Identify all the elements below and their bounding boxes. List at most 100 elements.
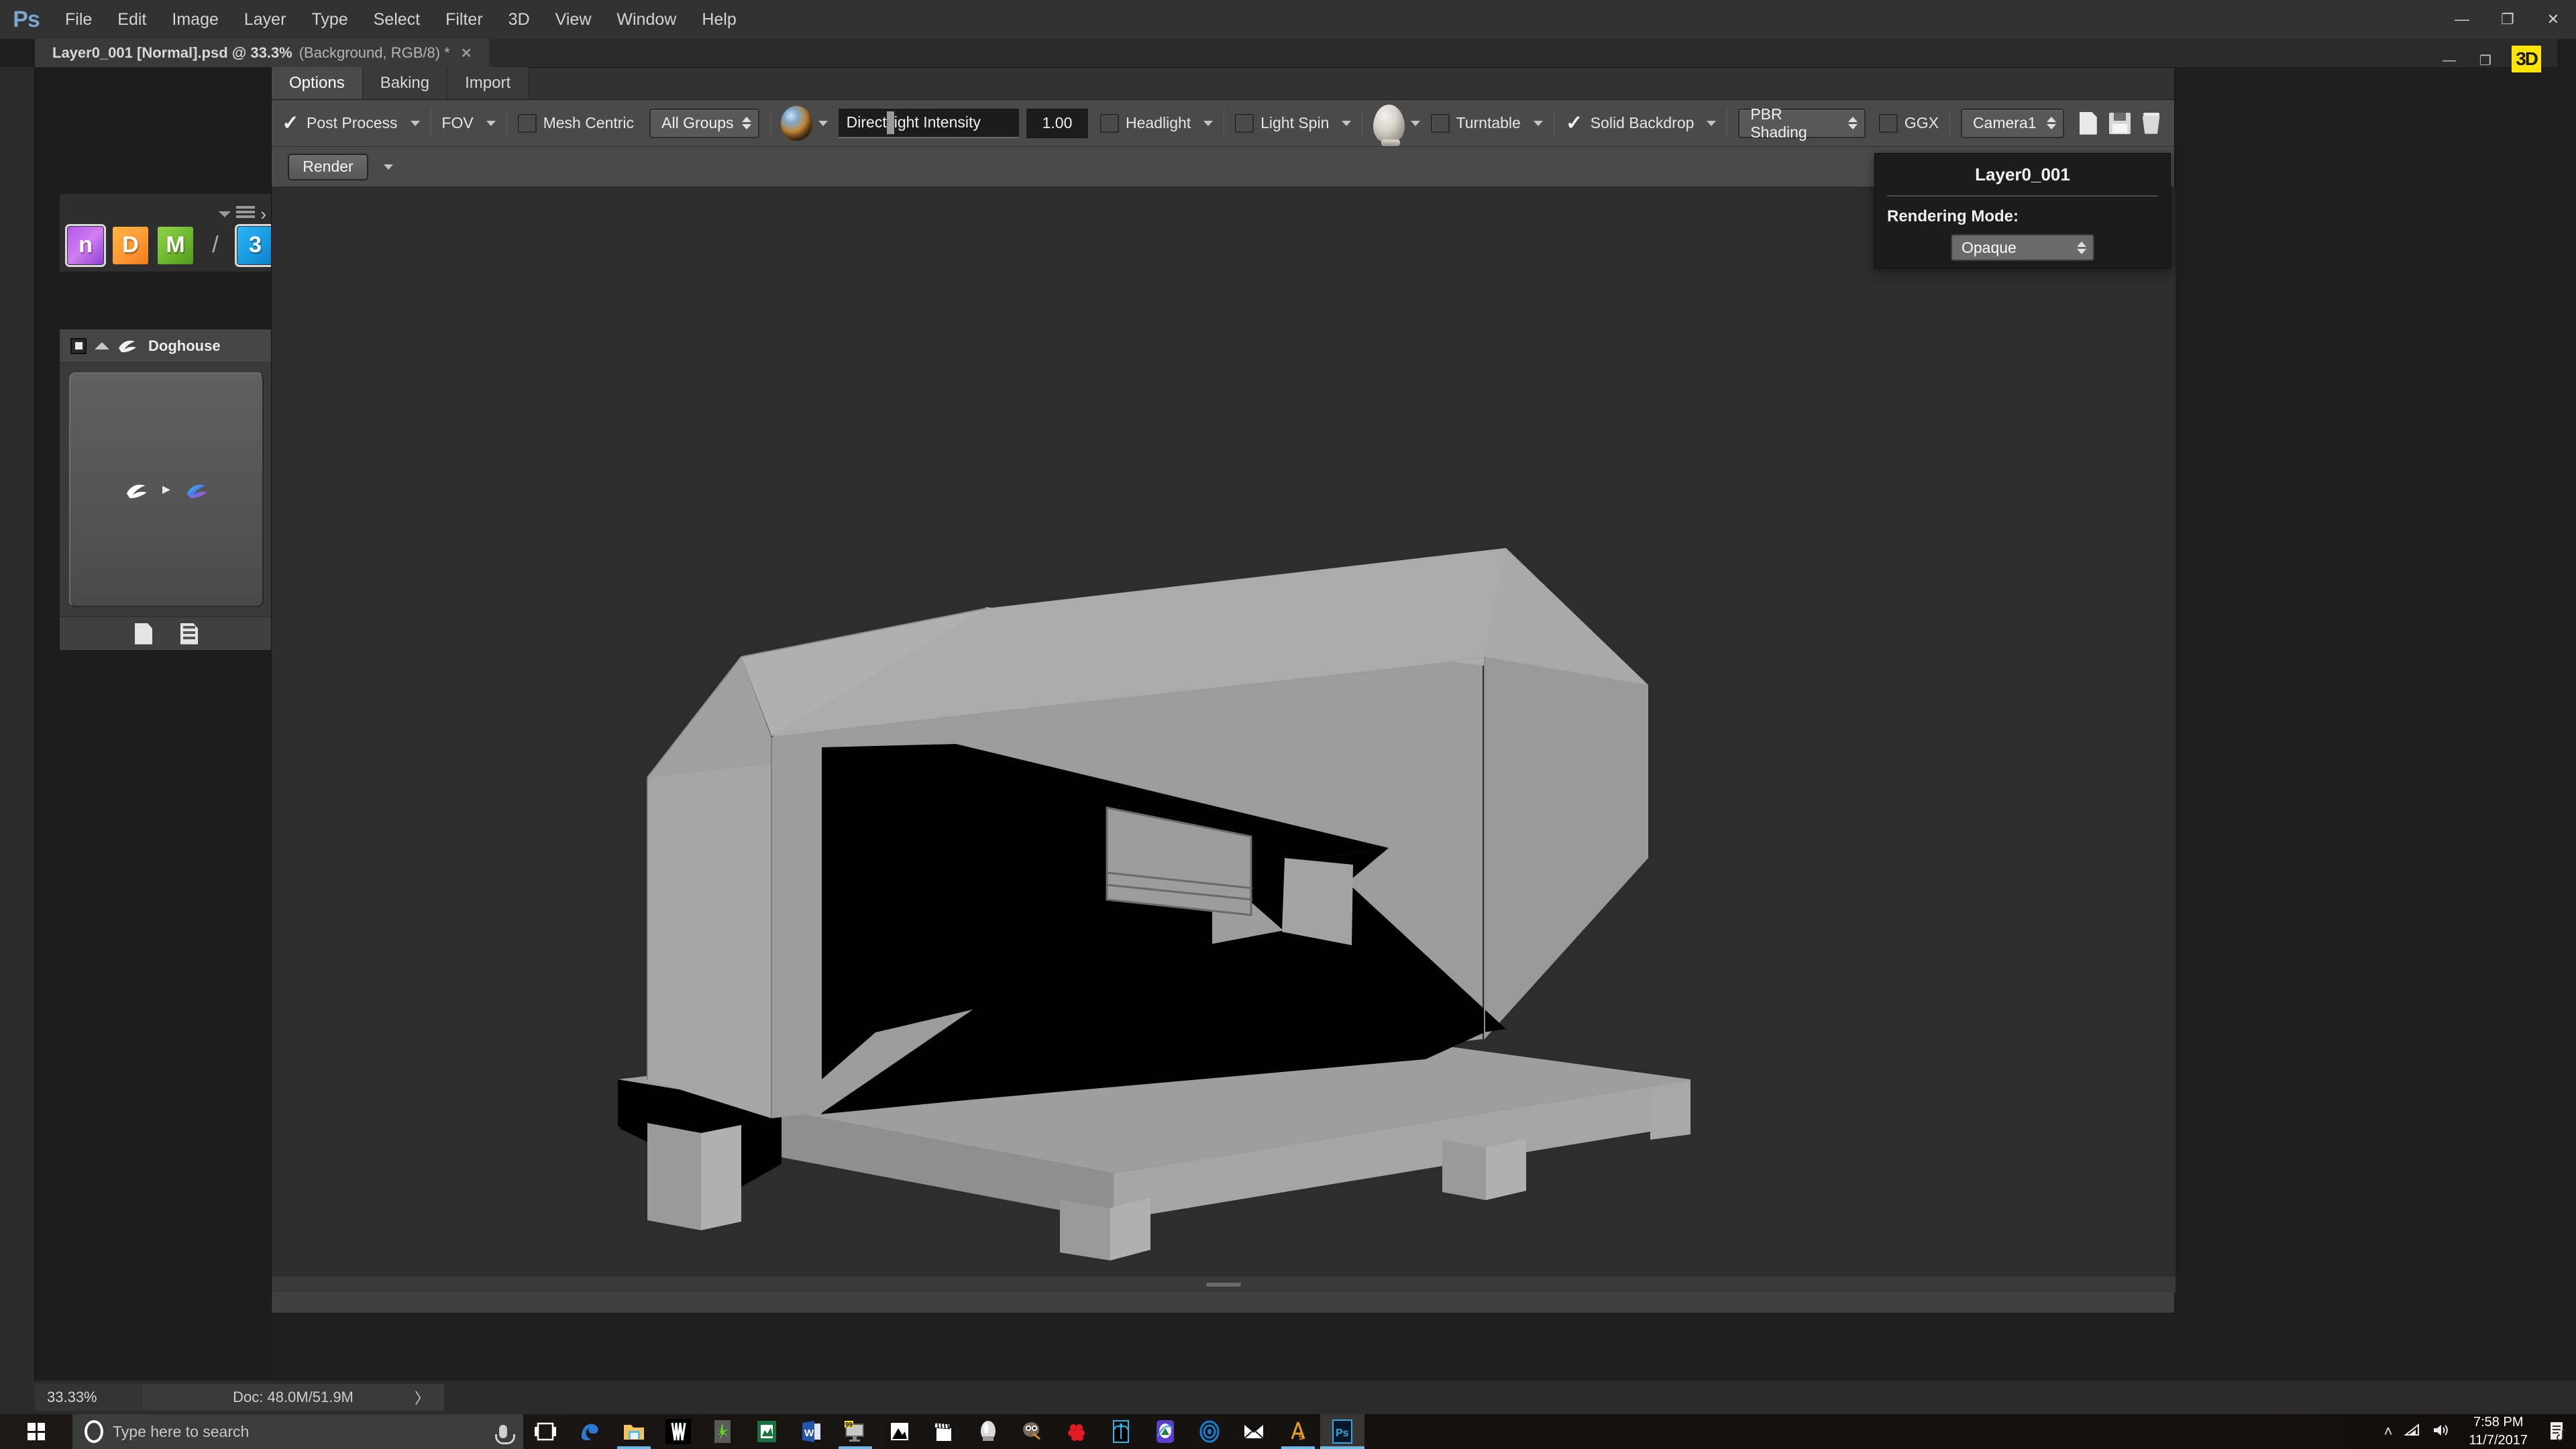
menu-type[interactable]: Type [299,0,360,39]
microphone-icon[interactable] [495,1425,515,1444]
menu-file[interactable]: File [52,0,105,39]
fov-control[interactable]: FOV [441,114,496,132]
light-intensity-value[interactable]: 1.00 [1026,108,1089,138]
raspberry-icon[interactable] [1055,1414,1099,1449]
duplicate-document-icon[interactable] [180,623,198,645]
turntable-caret-icon[interactable] [1533,120,1543,126]
light-intensity-input[interactable]: Direct ight Intensity [838,108,1020,138]
document-tab[interactable]: Layer0_001 [Normal].psd @ 33.3% (Backgro… [35,39,490,67]
ddo-icon[interactable]: D [113,226,149,264]
light-spin-caret-icon[interactable] [1342,120,1352,126]
document-info[interactable]: Doc: 48.0M/51.9M 〉 [142,1384,444,1411]
mail-icon[interactable] [1232,1414,1276,1449]
search-box[interactable]: Type here to search [72,1414,523,1449]
menu-view[interactable]: View [543,0,604,39]
shading-select-spinner-icon[interactable] [1848,117,1858,129]
camera-select-spinner-icon[interactable] [2047,117,2057,129]
3d-viewport[interactable] [272,187,2176,1293]
solid-backdrop-control[interactable]: ✓ Solid Backdrop [1565,113,1717,133]
render-button[interactable]: Render [288,153,368,180]
new-document-icon[interactable] [135,623,152,645]
purple-app-icon[interactable] [1143,1414,1187,1449]
doghouse-3d-model[interactable] [272,187,2176,1277]
light-spin-control[interactable]: Light Spin [1235,113,1352,133]
start-button[interactable] [0,1414,72,1449]
menu-image[interactable]: Image [159,0,231,39]
menu-filter[interactable]: Filter [433,0,496,39]
menu-edit[interactable]: Edit [105,0,159,39]
photos-icon[interactable] [877,1414,922,1449]
solid-backdrop-checkbox[interactable]: ✓ [1565,113,1584,133]
corsair-icon[interactable] [656,1414,700,1449]
camera-select[interactable]: Camera1 [1960,108,2065,138]
statusbar-expand-icon[interactable]: 〉 [415,1387,429,1408]
layer-visibility-checkbox[interactable] [70,337,87,354]
new-preset-button[interactable] [2074,108,2102,139]
solid-backdrop-caret-icon[interactable] [1707,120,1717,126]
edge-browser-icon[interactable] [568,1414,612,1449]
spiral-icon[interactable] [1187,1414,1232,1449]
taskbar-clock[interactable]: 7:58 PM 11/7/2017 [2460,1413,2538,1449]
menu-3d[interactable]: 3D [496,0,543,39]
tab-baking[interactable]: Baking [362,67,448,99]
word-icon[interactable]: W [789,1414,833,1449]
turntable-control[interactable]: Turntable [1430,113,1543,133]
mesh-preview-icon[interactable] [1373,104,1405,146]
menu-help[interactable]: Help [689,0,749,39]
ps-restore-button[interactable]: ❐ [2467,47,2504,74]
mesh-centric-control[interactable]: Mesh Centric [517,113,634,133]
minimize-button[interactable]: — [2439,0,2485,39]
headlight-checkbox[interactable] [1100,113,1119,133]
save-preset-button[interactable] [2106,108,2133,139]
post-process-checkbox[interactable]: ✓ [281,113,300,133]
menu-layer[interactable]: Layer [231,0,299,39]
rendering-mode-spinner-icon[interactable] [2077,241,2086,254]
material-caret-icon[interactable] [818,120,828,126]
panel-options-arrow-icon[interactable] [219,211,231,217]
groups-select[interactable]: All Groups [649,108,759,138]
ggx-control[interactable]: GGX [1878,113,1939,133]
ndo-icon[interactable]: n [64,223,107,267]
notifications-icon[interactable] [2548,1420,2568,1443]
wifi-icon[interactable] [2403,1423,2421,1440]
doghouse-panel-header[interactable]: Doghouse [60,329,273,363]
post-process-caret-icon[interactable] [410,120,420,126]
mesh-centric-checkbox[interactable] [517,113,537,133]
menu-window[interactable]: Window [604,0,689,39]
layer-preview-area[interactable]: ► [69,372,264,607]
sculptris-pro-icon[interactable] [966,1414,1010,1449]
fov-caret-icon[interactable] [486,120,496,126]
3do-badge[interactable]: 3D [2512,46,2541,72]
headlight-caret-icon[interactable] [1203,120,1214,126]
menu-select[interactable]: Select [361,0,433,39]
collapse-arrow-icon[interactable] [95,342,109,350]
maximize-button[interactable]: ❐ [2485,0,2530,39]
speaker-icon[interactable] [2432,1423,2449,1440]
viewport-scrollbar[interactable] [272,1277,2176,1293]
ps-minimize-button[interactable]: — [2431,47,2467,74]
movie-maker-icon[interactable] [922,1414,966,1449]
tab-import[interactable]: Import [447,67,529,99]
file-explorer-icon[interactable] [612,1414,656,1449]
mdo-icon[interactable]: M [158,226,194,264]
game-emblem-icon[interactable]: 5 [1276,1414,1320,1449]
light-spin-checkbox[interactable] [1235,113,1254,133]
render-options-caret-icon[interactable] [384,164,393,170]
groups-select-spinner-icon[interactable] [741,117,751,129]
photoshop-icon[interactable]: Ps [1320,1414,1364,1449]
headlight-control[interactable]: Headlight [1100,113,1214,133]
turntable-checkbox[interactable] [1430,113,1450,133]
palm-tree-icon[interactable] [1099,1414,1143,1449]
excel-icon[interactable] [745,1414,789,1449]
tab-options[interactable]: Options [272,67,363,99]
rendering-mode-select[interactable]: Opaque [1951,234,2094,261]
shading-select[interactable]: PBR Shading [1738,105,1866,141]
razer-icon[interactable] [700,1414,745,1449]
mesh-preview-caret-icon[interactable] [1410,120,1420,126]
document-tab-close-icon[interactable]: ✕ [461,45,472,62]
3do-icon[interactable]: 3 [234,223,276,267]
gimp-icon[interactable] [1010,1414,1055,1449]
tray-chevron-icon[interactable]: ˄ [2384,1424,2393,1439]
task-view-icon[interactable] [523,1414,568,1449]
close-button[interactable]: ✕ [2530,0,2576,39]
